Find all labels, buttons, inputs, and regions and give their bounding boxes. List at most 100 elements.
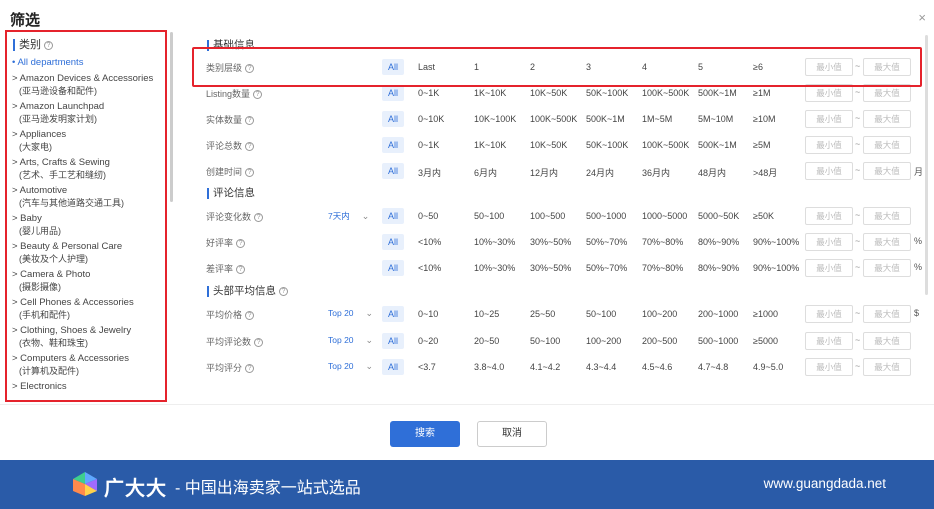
option-created[interactable]: 6月内 [474, 166, 497, 179]
category-all-departments[interactable]: • All departments [12, 57, 164, 69]
category-item[interactable]: > Appliances (大家电) [12, 129, 164, 153]
max-input-reviews_total[interactable]: 最大值 [863, 136, 911, 154]
option-review_change[interactable]: 5000~50K [698, 211, 739, 221]
min-input-avg_price[interactable]: 最小值 [805, 305, 853, 323]
option-listing[interactable]: 0~1K [418, 88, 439, 98]
option-listing[interactable]: 50K~100K [586, 88, 628, 98]
help-icon[interactable]: ? [245, 168, 255, 177]
option-entity[interactable]: ≥10M [753, 114, 775, 124]
option-review_change[interactable]: 1000~5000 [642, 211, 687, 221]
option-created[interactable]: 36月内 [642, 166, 670, 179]
max-input-review_change[interactable]: 最大值 [863, 207, 911, 225]
option-avg_reviews[interactable]: 50~100 [530, 336, 560, 346]
option-good_rate[interactable]: 90%~100% [753, 237, 799, 247]
min-input-reviews_total[interactable]: 最小值 [805, 136, 853, 154]
min-input-created[interactable]: 最小值 [805, 162, 853, 180]
option-avg_rating[interactable]: 4.5~4.6 [642, 362, 672, 372]
option-bad_rate[interactable]: 70%~80% [642, 263, 683, 273]
option-all-listing[interactable]: All [382, 85, 404, 101]
max-input-created[interactable]: 最大值 [863, 162, 911, 180]
option-good_rate[interactable]: 50%~70% [586, 237, 627, 247]
option-created[interactable]: 12月内 [530, 166, 558, 179]
option-avg_rating[interactable]: 4.9~5.0 [753, 362, 783, 372]
option-all-bad_rate[interactable]: All [382, 260, 404, 276]
option-created[interactable]: 24月内 [586, 166, 614, 179]
option-review_change[interactable]: 0~50 [418, 211, 438, 221]
option-all-avg_reviews[interactable]: All [382, 333, 404, 349]
filter-scrollbar[interactable] [925, 35, 928, 295]
max-input-bad_rate[interactable]: 最大值 [863, 259, 911, 277]
help-icon[interactable]: ? [245, 311, 255, 320]
option-good_rate[interactable]: 30%~50% [530, 237, 571, 247]
category-item[interactable]: > Clothing, Shoes & Jewelry (衣物、鞋和珠宝) [12, 325, 164, 349]
category-scrollbar[interactable] [170, 32, 173, 202]
option-review_change[interactable]: 50~100 [474, 211, 504, 221]
min-input-avg_rating[interactable]: 最小值 [805, 358, 853, 376]
option-avg_price[interactable]: ≥1000 [753, 309, 778, 319]
option-review_change[interactable]: 500~1000 [586, 211, 626, 221]
option-entity[interactable]: 1M~5M [642, 114, 672, 124]
period-select-avg_reviews[interactable]: Top 20 ⌄ [328, 335, 373, 346]
option-listing[interactable]: 10K~50K [530, 88, 567, 98]
option-listing[interactable]: 500K~1M [698, 88, 737, 98]
option-listing[interactable]: ≥1M [753, 88, 770, 98]
option-avg_rating[interactable]: 4.1~4.2 [530, 362, 560, 372]
option-avg_price[interactable]: 0~10 [418, 309, 438, 319]
option-all-avg_price[interactable]: All [382, 306, 404, 322]
category-item[interactable]: > Electronics [12, 381, 164, 393]
category-item[interactable]: > Cell Phones & Accessories (手机和配件) [12, 297, 164, 321]
period-select-review_change[interactable]: 7天内 ⌄ [328, 210, 369, 222]
max-input-avg_price[interactable]: 最大值 [863, 305, 911, 323]
option-avg_rating[interactable]: 4.3~4.4 [586, 362, 616, 372]
help-icon[interactable]: ? [236, 239, 246, 248]
option-all-avg_rating[interactable]: All [382, 359, 404, 375]
category-item[interactable]: > Automotive (汽车与其他道路交通工具) [12, 185, 164, 209]
option-all-review_change[interactable]: All [382, 208, 404, 224]
min-input-bad_rate[interactable]: 最小值 [805, 259, 853, 277]
option-reviews_total[interactable]: 100K~500K [642, 140, 689, 150]
max-input-avg_rating[interactable]: 最大值 [863, 358, 911, 376]
option-entity[interactable]: 5M~10M [698, 114, 733, 124]
option-bad_rate[interactable]: 30%~50% [530, 263, 571, 273]
option-avg_price[interactable]: 10~25 [474, 309, 499, 319]
option-bad_rate[interactable]: 80%~90% [698, 263, 739, 273]
category-item[interactable]: > Arts, Crafts & Sewing (艺术、手工艺和缝纫) [12, 157, 164, 181]
help-icon[interactable]: ? [279, 287, 288, 296]
help-icon[interactable]: ? [236, 265, 246, 274]
option-reviews_total[interactable]: 50K~100K [586, 140, 628, 150]
category-item[interactable]: > Computers & Accessories (计算机及配件) [12, 353, 164, 377]
option-all-good_rate[interactable]: All [382, 234, 404, 250]
option-review_change[interactable]: 100~500 [530, 211, 565, 221]
option-reviews_total[interactable]: 1K~10K [474, 140, 506, 150]
option-entity[interactable]: 10K~100K [474, 114, 516, 124]
min-input-avg_reviews[interactable]: 最小值 [805, 332, 853, 350]
period-select-avg_price[interactable]: Top 20 ⌄ [328, 308, 373, 319]
option-all-reviews_total[interactable]: All [382, 137, 404, 153]
option-created[interactable]: 48月内 [698, 166, 726, 179]
option-entity[interactable]: 500K~1M [586, 114, 625, 124]
option-listing[interactable]: 100K~500K [642, 88, 689, 98]
option-avg_reviews[interactable]: ≥5000 [753, 336, 778, 346]
min-input-good_rate[interactable]: 最小值 [805, 233, 853, 251]
option-entity[interactable]: 0~10K [418, 114, 444, 124]
period-select-avg_rating[interactable]: Top 20 ⌄ [328, 361, 373, 372]
option-avg_price[interactable]: 200~1000 [698, 309, 738, 319]
search-button[interactable]: 搜索 [390, 421, 460, 447]
help-icon[interactable]: ? [254, 338, 264, 347]
max-input-good_rate[interactable]: 最大值 [863, 233, 911, 251]
option-avg_rating[interactable]: 4.7~4.8 [698, 362, 728, 372]
option-good_rate[interactable]: 10%~30% [474, 237, 515, 247]
option-avg_price[interactable]: 100~200 [642, 309, 677, 319]
category-item[interactable]: > Camera & Photo (摄影摄像) [12, 269, 164, 293]
category-item[interactable]: > Amazon Devices & Accessories (亚马逊设备和配件) [12, 73, 164, 97]
help-icon[interactable]: ? [245, 142, 255, 151]
help-icon[interactable]: ? [254, 213, 264, 222]
option-bad_rate[interactable]: 50%~70% [586, 263, 627, 273]
help-icon[interactable]: ? [245, 364, 255, 373]
option-good_rate[interactable]: 80%~90% [698, 237, 739, 247]
option-avg_reviews[interactable]: 500~1000 [698, 336, 738, 346]
min-input-review_change[interactable]: 最小值 [805, 207, 853, 225]
option-avg_reviews[interactable]: 20~50 [474, 336, 499, 346]
option-reviews_total[interactable]: 0~1K [418, 140, 439, 150]
category-item[interactable]: > Baby (婴儿用品) [12, 213, 164, 237]
